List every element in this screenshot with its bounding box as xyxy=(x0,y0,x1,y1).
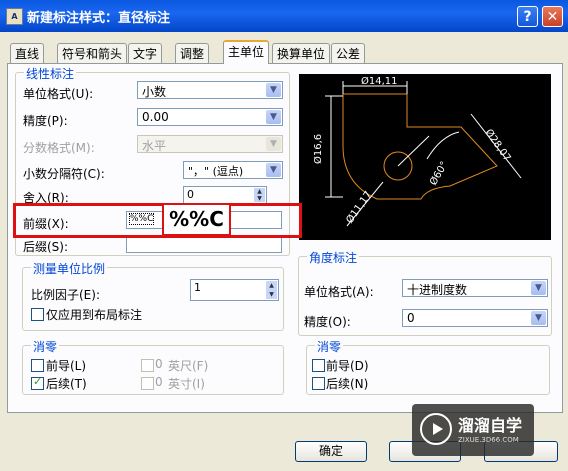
dim-right-text: Ø28,07 xyxy=(483,127,514,164)
angular-zero-suppression-title: 消零 xyxy=(315,338,344,355)
tab-alternate-units[interactable]: 换算单位 xyxy=(272,43,331,63)
decimal-separator-value: "，" (逗点) xyxy=(188,165,244,178)
zero-feet-checkbox xyxy=(141,359,154,372)
spin-up-icon[interactable]: ▲ xyxy=(266,281,277,290)
angular-trailing-zero-label: 后续(N) xyxy=(326,377,369,391)
zero-inches-checkbox xyxy=(141,377,154,390)
layout-only-checkbox[interactable] xyxy=(31,308,44,321)
decimal-separator-label: 小数分隔符(C): xyxy=(23,167,105,181)
watermark-url: ZIXUE.3D66.COM xyxy=(458,436,519,444)
chevron-down-icon[interactable]: ▼ xyxy=(266,163,281,177)
round-off-value: 0 xyxy=(187,188,194,201)
linear-group-title: 线性标注 xyxy=(24,65,77,82)
dim-line-radius xyxy=(397,135,430,167)
angular-trailing-zero-checkbox[interactable] xyxy=(312,377,325,390)
leading-zero-checkbox[interactable] xyxy=(31,359,44,372)
ok-button[interactable]: 确定 xyxy=(295,441,367,462)
round-off-field[interactable]: 0 ▲ ▼ xyxy=(183,186,267,204)
watermark: 溜溜自学 ZIXUE.3D66.COM xyxy=(412,404,534,456)
tab-tolerances[interactable]: 公差 xyxy=(331,43,366,63)
title-bar: A 新建标注样式：直径标注 ? ✕ xyxy=(0,0,568,32)
chevron-down-icon[interactable]: ▼ xyxy=(531,311,546,325)
angular-precision-value: 0 xyxy=(407,311,415,325)
dim-diagonal-text: Ø11,17 xyxy=(344,189,375,226)
close-button[interactable]: ✕ xyxy=(542,6,563,27)
leading-zero-label: 前导(L) xyxy=(46,359,87,373)
layout-only-label: 仅应用到布局标注 xyxy=(46,308,143,322)
spin-down-icon[interactable]: ▼ xyxy=(254,195,265,202)
angular-precision-select[interactable]: 0 ▼ xyxy=(402,309,548,327)
scale-group-title: 测量单位比例 xyxy=(31,260,108,277)
prefix-highlight-frame xyxy=(13,203,302,238)
preview-drawing: Ø14,11 Ø16,6 Ø28,07 Ø60° Ø11,17 xyxy=(312,75,522,227)
angular-leading-zero-checkbox[interactable] xyxy=(312,359,325,372)
unit-format-select[interactable]: 小数 ▼ xyxy=(137,81,283,99)
callout-label: %%C xyxy=(162,203,231,236)
precision-value: 0.00 xyxy=(142,110,169,124)
decimal-separator-select[interactable]: "，" (逗点) ▼ xyxy=(183,161,283,179)
precision-select[interactable]: 0.00 ▼ xyxy=(137,108,283,126)
chevron-down-icon[interactable]: ▼ xyxy=(531,281,546,295)
unit-format-value: 小数 xyxy=(142,85,167,99)
zero-inches-label: 英寸(I) xyxy=(168,377,205,391)
spin-up-icon[interactable]: ▲ xyxy=(254,188,265,195)
dim-angle-text: Ø60° xyxy=(427,159,450,187)
tab-text[interactable]: 文字 xyxy=(128,43,163,63)
angular-unit-format-label: 单位格式(A): xyxy=(304,285,374,299)
play-logo-icon xyxy=(420,413,452,445)
angular-precision-label: 精度(O): xyxy=(304,315,351,329)
chevron-down-icon[interactable]: ▼ xyxy=(266,110,281,124)
part-outline xyxy=(342,93,498,200)
scale-factor-spinner[interactable]: ▲ ▼ xyxy=(266,281,277,299)
dialog-window: A 新建标注样式：直径标注 ? ✕ 直线 符号和箭头 文字 调整 主单位 换算单… xyxy=(0,0,568,471)
window-title: 新建标注样式：直径标注 xyxy=(27,11,171,26)
chevron-down-icon: ▼ xyxy=(266,137,281,151)
tab-fit[interactable]: 调整 xyxy=(175,43,210,63)
dim-arc-angle xyxy=(426,131,460,160)
zero-inches-value: 0 xyxy=(155,375,163,389)
dim-left-text: Ø16,6 xyxy=(312,134,324,164)
scale-factor-field[interactable]: 1 ▲ ▼ xyxy=(190,279,279,301)
watermark-title: 溜溜自学 xyxy=(458,416,523,435)
scale-factor-label: 比例因子(E): xyxy=(31,288,100,302)
spin-down-icon[interactable]: ▼ xyxy=(266,290,277,299)
tab-primary-units[interactable]: 主单位 xyxy=(223,40,270,64)
round-off-spinner[interactable]: ▲ ▼ xyxy=(254,188,265,202)
precision-label: 精度(P): xyxy=(23,114,68,128)
trailing-zero-checkbox[interactable] xyxy=(31,375,44,390)
angular-group-title: 角度标注 xyxy=(307,249,360,266)
zero-feet-value: 0 xyxy=(155,357,163,371)
dimension-preview: Ø14,11 Ø16,6 Ø28,07 Ø60° Ø11,17 xyxy=(299,74,551,240)
angular-unit-format-select[interactable]: 十进制度数 ▼ xyxy=(402,279,548,297)
app-icon: A xyxy=(6,8,23,25)
tab-lines[interactable]: 直线 xyxy=(10,43,45,63)
angular-leading-zero-label: 前导(D) xyxy=(326,359,369,373)
fraction-format-select: 水平 ▼ xyxy=(137,135,283,153)
fraction-format-label: 分数格式(M): xyxy=(23,141,95,155)
fraction-format-value: 水平 xyxy=(142,139,167,153)
zero-feet-label: 英尺(F) xyxy=(168,359,209,373)
help-button[interactable]: ? xyxy=(517,6,538,27)
chevron-down-icon[interactable]: ▼ xyxy=(266,83,281,97)
angular-unit-format-value: 十进制度数 xyxy=(407,283,468,297)
dim-top-text: Ø14,11 xyxy=(361,75,398,87)
suffix-label: 后缀(S): xyxy=(23,240,69,254)
trailing-zero-label: 后续(T) xyxy=(46,377,87,391)
zero-suppression-title: 消零 xyxy=(31,338,60,355)
unit-format-label: 单位格式(U): xyxy=(23,87,94,101)
tab-symbols-arrows[interactable]: 符号和箭头 xyxy=(57,43,128,63)
scale-factor-value: 1 xyxy=(194,281,201,294)
